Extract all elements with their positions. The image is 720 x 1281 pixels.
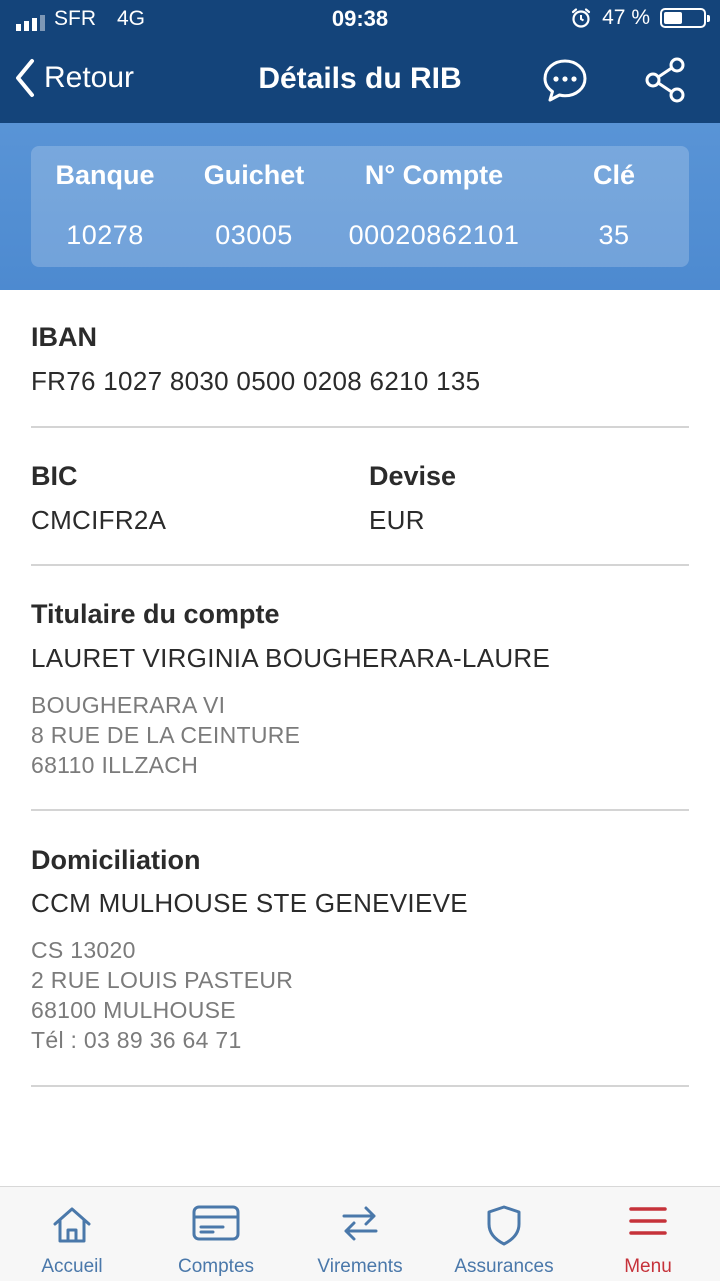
battery-fill [664,12,682,24]
divider [31,1085,689,1087]
holder-label: Titulaire du compte [31,599,280,629]
status-bar: SFR 4G 09:38 47 % [0,0,720,38]
tab-virements[interactable]: Virements [288,1187,432,1281]
iban-value: FR76 1027 8030 0500 0208 6210 135 [31,366,481,396]
status-right: 47 % [570,6,710,30]
battery-icon [660,8,710,28]
tab-label: Assurances [454,1256,554,1277]
menu-icon [629,1207,667,1235]
tab-label: Comptes [177,1256,255,1277]
domiciliation-address: CS 13020 2 RUE LOUIS PASTEUR 68100 MULHO… [31,935,293,1055]
divider [31,426,689,428]
domiciliation-name: CCM MULHOUSE STE GENEVIEVE [31,888,468,918]
rib-col-compte: N° Compte 00020862101 [329,146,539,267]
rib-value: 35 [598,220,630,250]
devise-value: EUR [369,505,425,535]
tab-accueil[interactable]: Accueil [0,1187,144,1281]
rib-col-cle: Clé 35 [549,146,679,267]
devise-label: Devise [369,461,457,491]
tab-label: Virements [317,1256,403,1277]
share-icon [645,57,685,103]
address-line: BOUGHERARA VI [31,692,226,718]
rib-value: 03005 [215,220,293,250]
address-line: 68110 ILLZACH [31,752,199,778]
tab-comptes[interactable]: Comptes [144,1187,288,1281]
chat-button[interactable] [542,58,588,104]
share-button[interactable] [642,56,690,104]
top-header: SFR 4G 09:38 47 % Retour Détails du RIB [0,0,720,123]
rib-header: Banque [55,160,155,190]
phone-line[interactable]: Tél : 03 89 36 64 71 [31,1025,293,1055]
navigation-bar: Retour Détails du RIB [0,38,720,123]
bic-label: BIC [31,461,78,491]
rib-col-banque: Banque 10278 [31,146,179,267]
page-title: Détails du RIB [258,62,462,95]
home-icon [53,1207,91,1243]
holder-address: BOUGHERARA VI 8 RUE DE LA CEINTURE 68110… [31,690,300,780]
rib-header: Guichet [203,160,305,190]
bic-value: CMCIFR2A [31,505,167,535]
iban-label: IBAN [31,322,97,352]
battery-percent: 47 % [602,6,650,29]
rib-card: Banque 10278 Guichet 03005 N° Compte 000… [31,146,689,267]
rib-header: N° Compte [364,160,504,190]
address-line: CS 13020 [31,937,136,963]
rib-value: 00020862101 [348,220,520,250]
divider [31,564,689,566]
rib-value: 10278 [66,220,144,250]
domiciliation-label: Domiciliation [31,845,201,875]
rib-header: Clé [592,160,636,190]
transfer-icon [342,1206,378,1241]
divider [31,809,689,811]
tab-label: Accueil [41,1256,103,1277]
tab-bar: Accueil Comptes Virements Assurances Men… [0,1186,720,1281]
card-icon [192,1205,240,1241]
tab-menu[interactable]: Menu [576,1187,720,1281]
address-line: 8 RUE DE LA CEINTURE [31,722,301,748]
address-line: 68100 MULHOUSE [31,997,236,1023]
chat-icon [543,59,587,102]
shield-icon [487,1205,521,1246]
holder-name: LAURET VIRGINIA BOUGHERARA-LAURE [31,643,551,673]
rib-col-guichet: Guichet 03005 [179,146,329,267]
tab-assurances[interactable]: Assurances [432,1187,576,1281]
rib-summary-band: Banque 10278 Guichet 03005 N° Compte 000… [0,123,720,290]
address-line: 2 RUE LOUIS PASTEUR [31,967,294,993]
alarm-icon [572,8,591,28]
tab-label: Menu [624,1256,672,1277]
